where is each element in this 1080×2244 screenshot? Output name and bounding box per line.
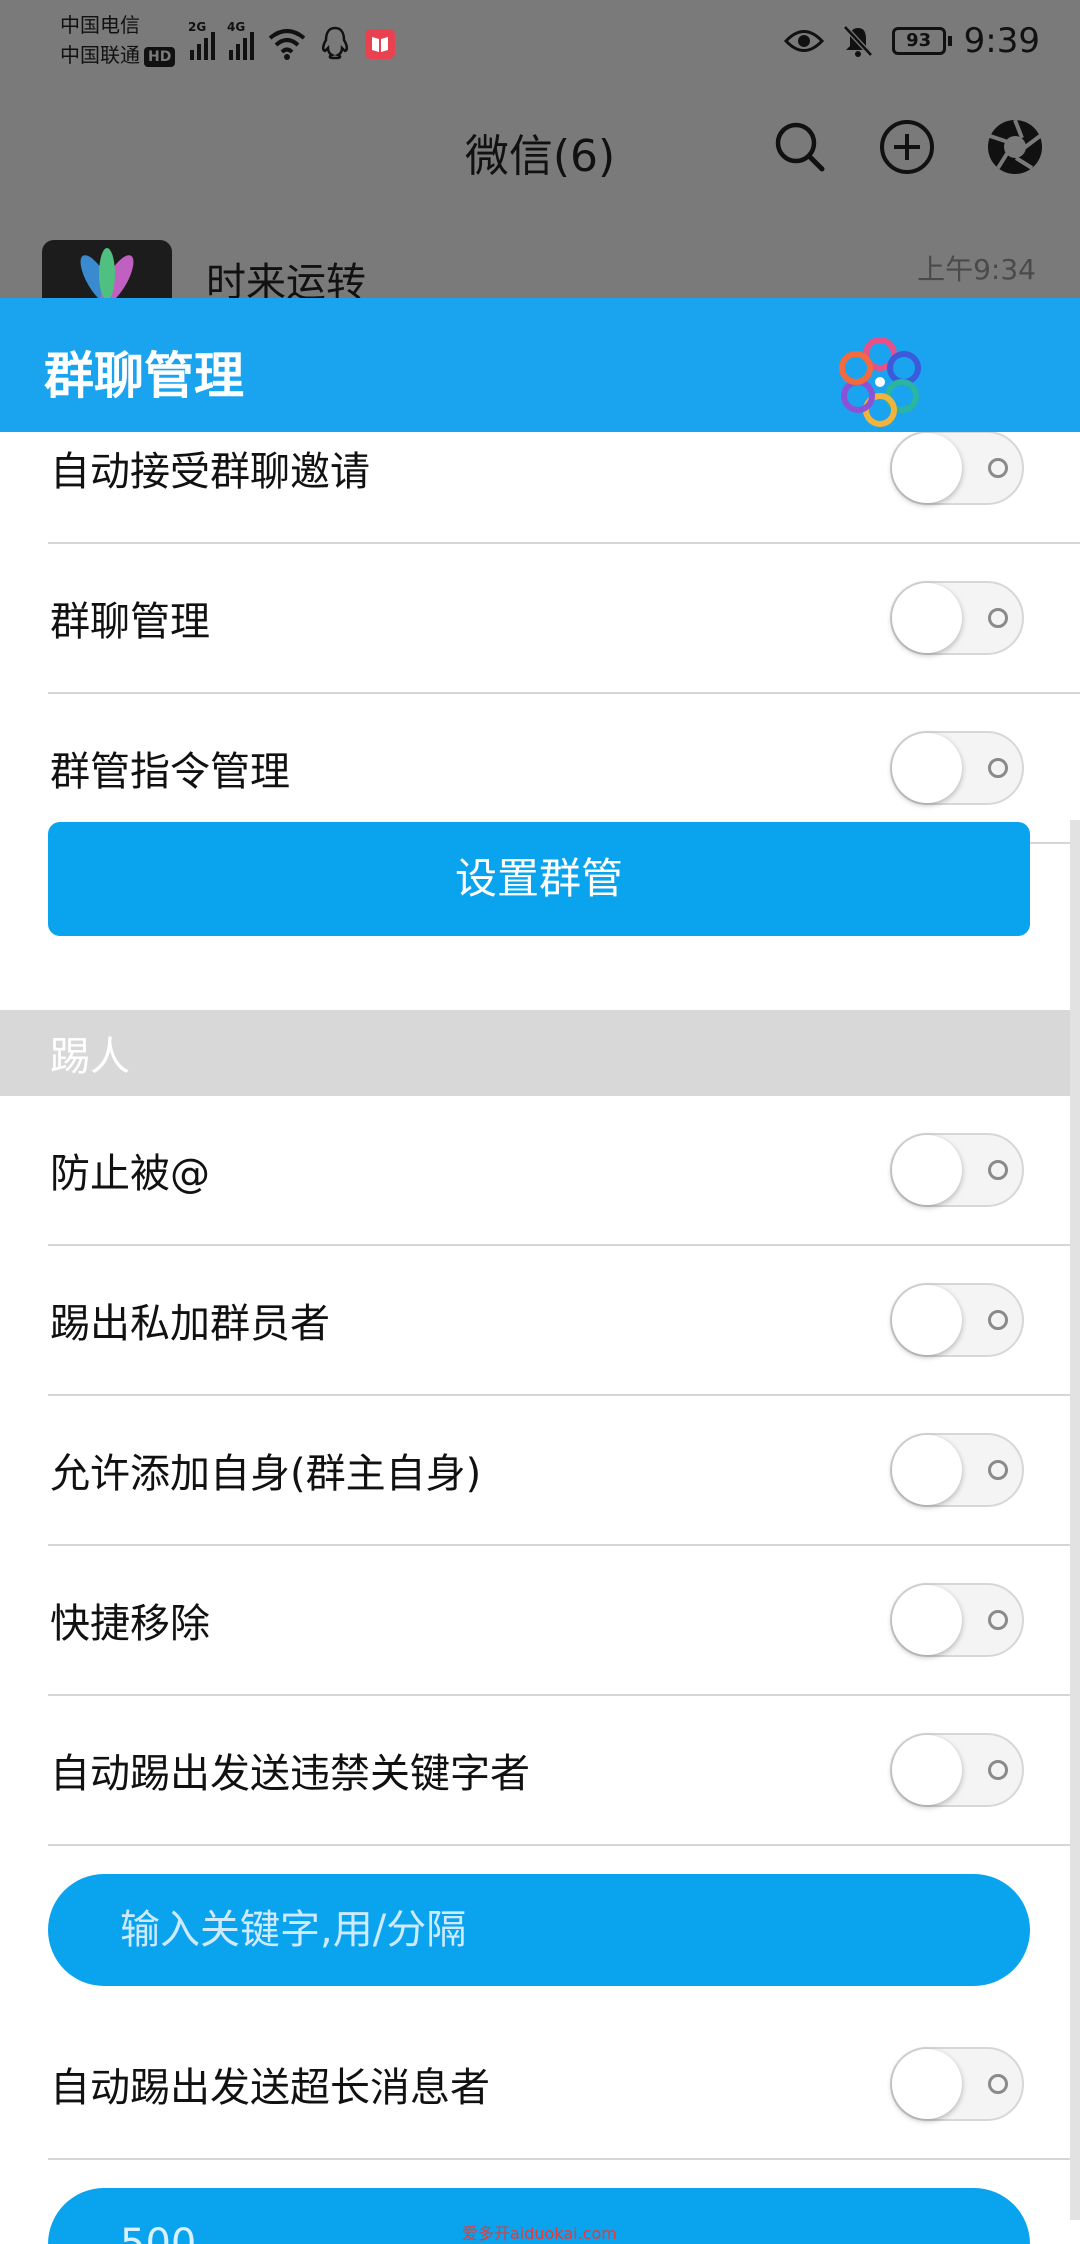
- signal-1-gen: 2G: [188, 20, 207, 34]
- row-group-manage[interactable]: 群聊管理: [48, 544, 1080, 694]
- signal-2-icon: 4G: [227, 20, 254, 60]
- row-prevent-at[interactable]: 防止被@: [48, 1096, 1080, 1246]
- group-manage-label: 群聊管理: [50, 599, 210, 645]
- kick-keyword-label: 自动踢出发送违禁关键字者: [50, 1751, 530, 1797]
- settings-list: 自动接受群聊邀请 群聊管理 群管指令管理 设置群管 踢人 防止被@ 踢出私加群员…: [0, 431, 1080, 2244]
- hd-badge: HD: [144, 46, 176, 67]
- reader-app-icon: [365, 29, 395, 59]
- row-quick-remove[interactable]: 快捷移除: [48, 1546, 1080, 1696]
- allow-self-toggle[interactable]: [890, 1433, 1024, 1507]
- wifi-icon: [268, 29, 306, 60]
- kick-keyword-toggle[interactable]: [890, 1733, 1024, 1807]
- shutter-icon[interactable]: [986, 118, 1044, 176]
- chat-name: 时来运转: [206, 260, 366, 300]
- kick-private-label: 踢出私加群员者: [50, 1301, 330, 1347]
- kick-section-label: 踢人: [50, 1034, 130, 1080]
- carrier-1: 中国电信: [60, 13, 140, 37]
- screen: 中国电信 中国联通 HD 2G 4G 93 9:39 微信(6) 时来运转 上午…: [0, 0, 1080, 2244]
- battery-icon: 93: [891, 27, 952, 55]
- quick-remove-label: 快捷移除: [50, 1601, 210, 1647]
- prevent-at-label: 防止被@: [50, 1151, 210, 1197]
- group-manage-toggle[interactable]: [890, 581, 1024, 655]
- auto-accept-toggle[interactable]: [890, 431, 1024, 505]
- set-admin-button[interactable]: 设置群管: [48, 822, 1030, 936]
- row-kick-private[interactable]: 踢出私加群员者: [48, 1246, 1080, 1396]
- group-cmd-label: 群管指令管理: [50, 749, 290, 795]
- clock: 9:39: [963, 21, 1040, 61]
- chat-time: 上午9:34: [917, 253, 1036, 286]
- quick-remove-toggle[interactable]: [890, 1583, 1024, 1657]
- carrier-2: 中国联通: [60, 43, 140, 67]
- add-icon[interactable]: [878, 118, 936, 176]
- row-kick-keyword[interactable]: 自动踢出发送违禁关键字者: [48, 1696, 1080, 1846]
- carrier-info: 中国电信 中国联通 HD: [60, 10, 176, 70]
- prevent-at-toggle[interactable]: [890, 1133, 1024, 1207]
- app-logo-icon: [839, 337, 921, 427]
- keyword-input[interactable]: [48, 1874, 1030, 1986]
- wechat-header-actions: [772, 118, 1044, 176]
- signal-2-gen: 4G: [227, 20, 246, 34]
- row-kick-long[interactable]: 自动踢出发送超长消息者: [48, 2010, 1080, 2160]
- qq-icon: [321, 26, 349, 60]
- signal-1-icon: 2G: [188, 20, 215, 60]
- status-right-icons: 93 9:39: [783, 16, 1040, 66]
- dialog-title: 群聊管理: [44, 347, 244, 405]
- mute-bell-icon: [842, 25, 873, 57]
- kick-long-label: 自动踢出发送超长消息者: [50, 2065, 490, 2111]
- wechat-header: 微信(6): [0, 90, 1080, 230]
- group-cmd-toggle[interactable]: [890, 731, 1024, 805]
- watermark: 爱多开aiduokai.com: [462, 2224, 617, 2243]
- status-left-icons: 2G 4G: [188, 20, 396, 60]
- status-bar: 中国电信 中国联通 HD 2G 4G 93 9:39: [0, 0, 1080, 90]
- dialog-header: 群聊管理: [0, 298, 1080, 432]
- chat-avatar: [42, 240, 172, 300]
- search-icon[interactable]: [772, 119, 828, 175]
- allow-self-label: 允许添加自身(群主自身): [50, 1451, 482, 1497]
- chat-list-item[interactable]: 时来运转 上午9:34: [0, 230, 1080, 300]
- kick-private-toggle[interactable]: [890, 1283, 1024, 1357]
- kick-long-toggle[interactable]: [890, 2047, 1024, 2121]
- kick-section-header: 踢人: [0, 1010, 1080, 1096]
- eye-icon: [783, 30, 824, 52]
- auto-accept-label: 自动接受群聊邀请: [50, 449, 370, 495]
- scrollbar[interactable]: [1070, 820, 1080, 2220]
- row-allow-self[interactable]: 允许添加自身(群主自身): [48, 1396, 1080, 1546]
